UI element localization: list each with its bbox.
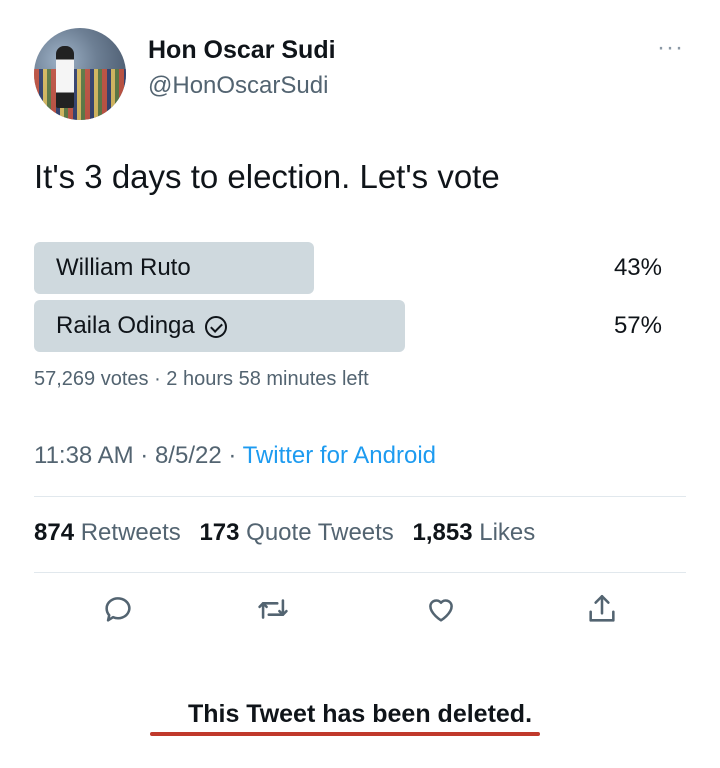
- action-bar: [0, 592, 720, 632]
- poll-option-percent: 43%: [613, 254, 662, 281]
- quotes-stat[interactable]: 173 Quote Tweets: [199, 519, 393, 546]
- avatar-person-image: [56, 46, 74, 108]
- poll-option: Raila Odinga 57%: [34, 300, 674, 352]
- likes-stat[interactable]: 1,853 Likes: [412, 519, 535, 546]
- poll-option-text: William Ruto: [56, 254, 191, 281]
- poll-option-percent: 57%: [613, 312, 662, 339]
- engagement-stats: 874 Retweets 173 Quote Tweets 1,853 Like…: [34, 519, 535, 547]
- author-name[interactable]: Hon Oscar Sudi: [148, 36, 336, 65]
- poll-meta: 57,269 votes · 2 hours 58 minutes left: [34, 368, 369, 390]
- author-handle[interactable]: @HonOscarSudi: [148, 72, 328, 100]
- red-underline: [150, 732, 540, 736]
- retweet-icon[interactable]: [256, 592, 290, 626]
- source-link[interactable]: Twitter for Android: [243, 442, 436, 469]
- reply-icon[interactable]: [101, 592, 135, 626]
- poll-option-label: Raila Odinga: [56, 312, 227, 340]
- check-circle-icon: [204, 316, 227, 338]
- avatar-crowd-image: [34, 69, 126, 120]
- divider: [34, 572, 686, 573]
- like-icon[interactable]: [424, 592, 458, 626]
- retweets-label: Retweets: [80, 519, 181, 546]
- retweets-count: 874: [34, 519, 75, 546]
- more-horizontal-icon[interactable]: ···: [657, 34, 684, 62]
- retweets-stat[interactable]: 874 Retweets: [34, 519, 181, 546]
- quotes-label: Quote Tweets: [246, 519, 394, 546]
- avatar[interactable]: [34, 28, 126, 120]
- poll-option-text: Raila Odinga: [56, 312, 195, 339]
- share-icon[interactable]: [585, 592, 619, 626]
- quotes-count: 173: [199, 519, 240, 546]
- divider: [34, 496, 686, 497]
- time-date[interactable]: 11:38 AM · 8/5/22 ·: [34, 442, 243, 469]
- likes-count: 1,853: [412, 519, 473, 546]
- tweet-text: It's 3 days to election. Let's vote: [34, 158, 500, 195]
- likes-label: Likes: [479, 519, 536, 546]
- deleted-notice: This Tweet has been deleted.: [187, 700, 533, 728]
- poll-option-label: William Ruto: [56, 254, 191, 282]
- poll-option: William Ruto 43%: [34, 242, 674, 294]
- tweet-timestamp: 11:38 AM · 8/5/22 · Twitter for Android: [34, 442, 436, 470]
